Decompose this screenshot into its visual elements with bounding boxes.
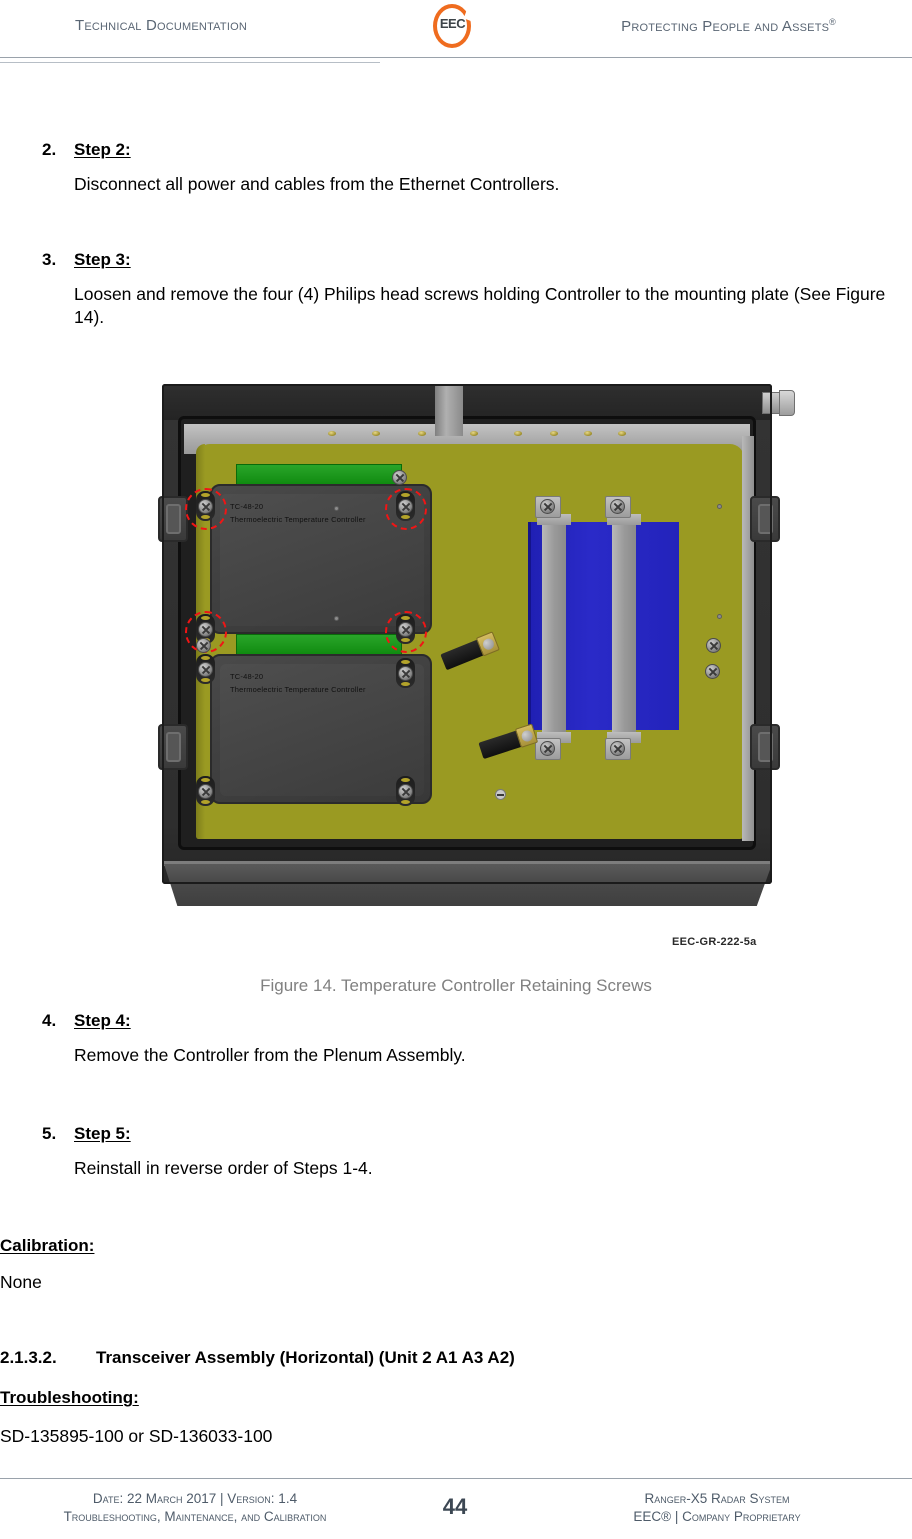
header-right-text: Protecting People and Assets®	[621, 17, 836, 35]
section-number: 2.1.3.2.	[0, 1348, 57, 1367]
page-footer: Date: 22 March 2017 | Version: 1.4 Troub…	[0, 1478, 912, 1539]
step-body: Disconnect all power and cables from the…	[74, 174, 560, 194]
step-number: 5.	[42, 1124, 57, 1143]
eec-logo: EEC	[425, 2, 487, 52]
footer-system-name: Ranger-X5 Radar System	[644, 1491, 790, 1506]
enclosure-drawing: TC-48-20 Thermoelectric Temperature Cont…	[150, 376, 800, 948]
step-number: 3.	[42, 250, 57, 269]
header-left-text: Technical Documentation	[75, 17, 247, 34]
step-heading: 2. Step 2:	[0, 140, 912, 164]
step-number: 4.	[42, 1011, 57, 1030]
gland-cap	[779, 390, 795, 416]
logo-text: EEC	[439, 16, 466, 31]
enclosure-outline	[162, 384, 772, 884]
calibration-heading: Calibration:	[0, 1236, 95, 1255]
figure-caption: Figure 14. Temperature Controller Retain…	[260, 976, 652, 995]
footer-left: Date: 22 March 2017 | Version: 1.4 Troub…	[0, 1490, 390, 1526]
step-number: 2.	[42, 140, 57, 159]
calibration-body: None	[0, 1272, 42, 1292]
drawing-number: EEC-GR-222-5a	[672, 936, 757, 948]
step-heading: 5. Step 5:	[0, 1124, 912, 1148]
step-title: Step 2:	[74, 140, 131, 159]
section-heading: 2.1.3.2. Transceiver Assembly (Horizontal…	[0, 1348, 515, 1368]
step-heading: 4. Step 4:	[0, 1011, 912, 1035]
troubleshooting-heading: Troubleshooting:	[0, 1388, 139, 1407]
footer-proprietary-notice: EEC® | Company Proprietary	[633, 1509, 801, 1524]
step-block-3: 3. Step 3: Loosen and remove the four (4…	[0, 250, 912, 327]
registered-mark: ®	[829, 17, 836, 27]
footer-right: Ranger-X5 Radar System EEC® | Company Pr…	[522, 1490, 912, 1526]
troubleshooting-body: SD-135895-100 or SD-136033-100	[0, 1426, 273, 1446]
step-block-5: 5. Step 5: Reinstall in reverse order of…	[0, 1124, 912, 1178]
step-body: Loosen and remove the four (4) Philips h…	[74, 284, 886, 327]
step-title: Step 3:	[74, 250, 131, 269]
step-heading: 3. Step 3:	[0, 250, 912, 274]
page-number: 44	[442, 1494, 468, 1519]
page-header: Technical Documentation EEC Protecting P…	[0, 0, 912, 63]
step-block-4: 4. Step 4: Remove the Controller from th…	[0, 1011, 912, 1065]
step-block-2: 2. Step 2: Disconnect all power and cabl…	[0, 140, 912, 194]
header-right-label: Protecting People and Assets	[621, 18, 830, 35]
footer-date-version: Date: 22 March 2017 | Version: 1.4	[92, 1491, 298, 1506]
step-body: Reinstall in reverse order of Steps 1-4.	[74, 1158, 373, 1178]
step-title: Step 5:	[74, 1124, 131, 1143]
step-body: Remove the Controller from the Plenum As…	[74, 1045, 466, 1065]
footer-divider	[0, 1478, 912, 1479]
section-title: Transceiver Assembly (Horizontal) (Unit …	[96, 1348, 515, 1367]
header-divider	[0, 57, 912, 58]
header-divider-secondary	[0, 62, 380, 63]
step-title: Step 4:	[74, 1011, 131, 1030]
footer-document-subtitle: Troubleshooting, Maintenance, and Calibr…	[63, 1509, 327, 1524]
